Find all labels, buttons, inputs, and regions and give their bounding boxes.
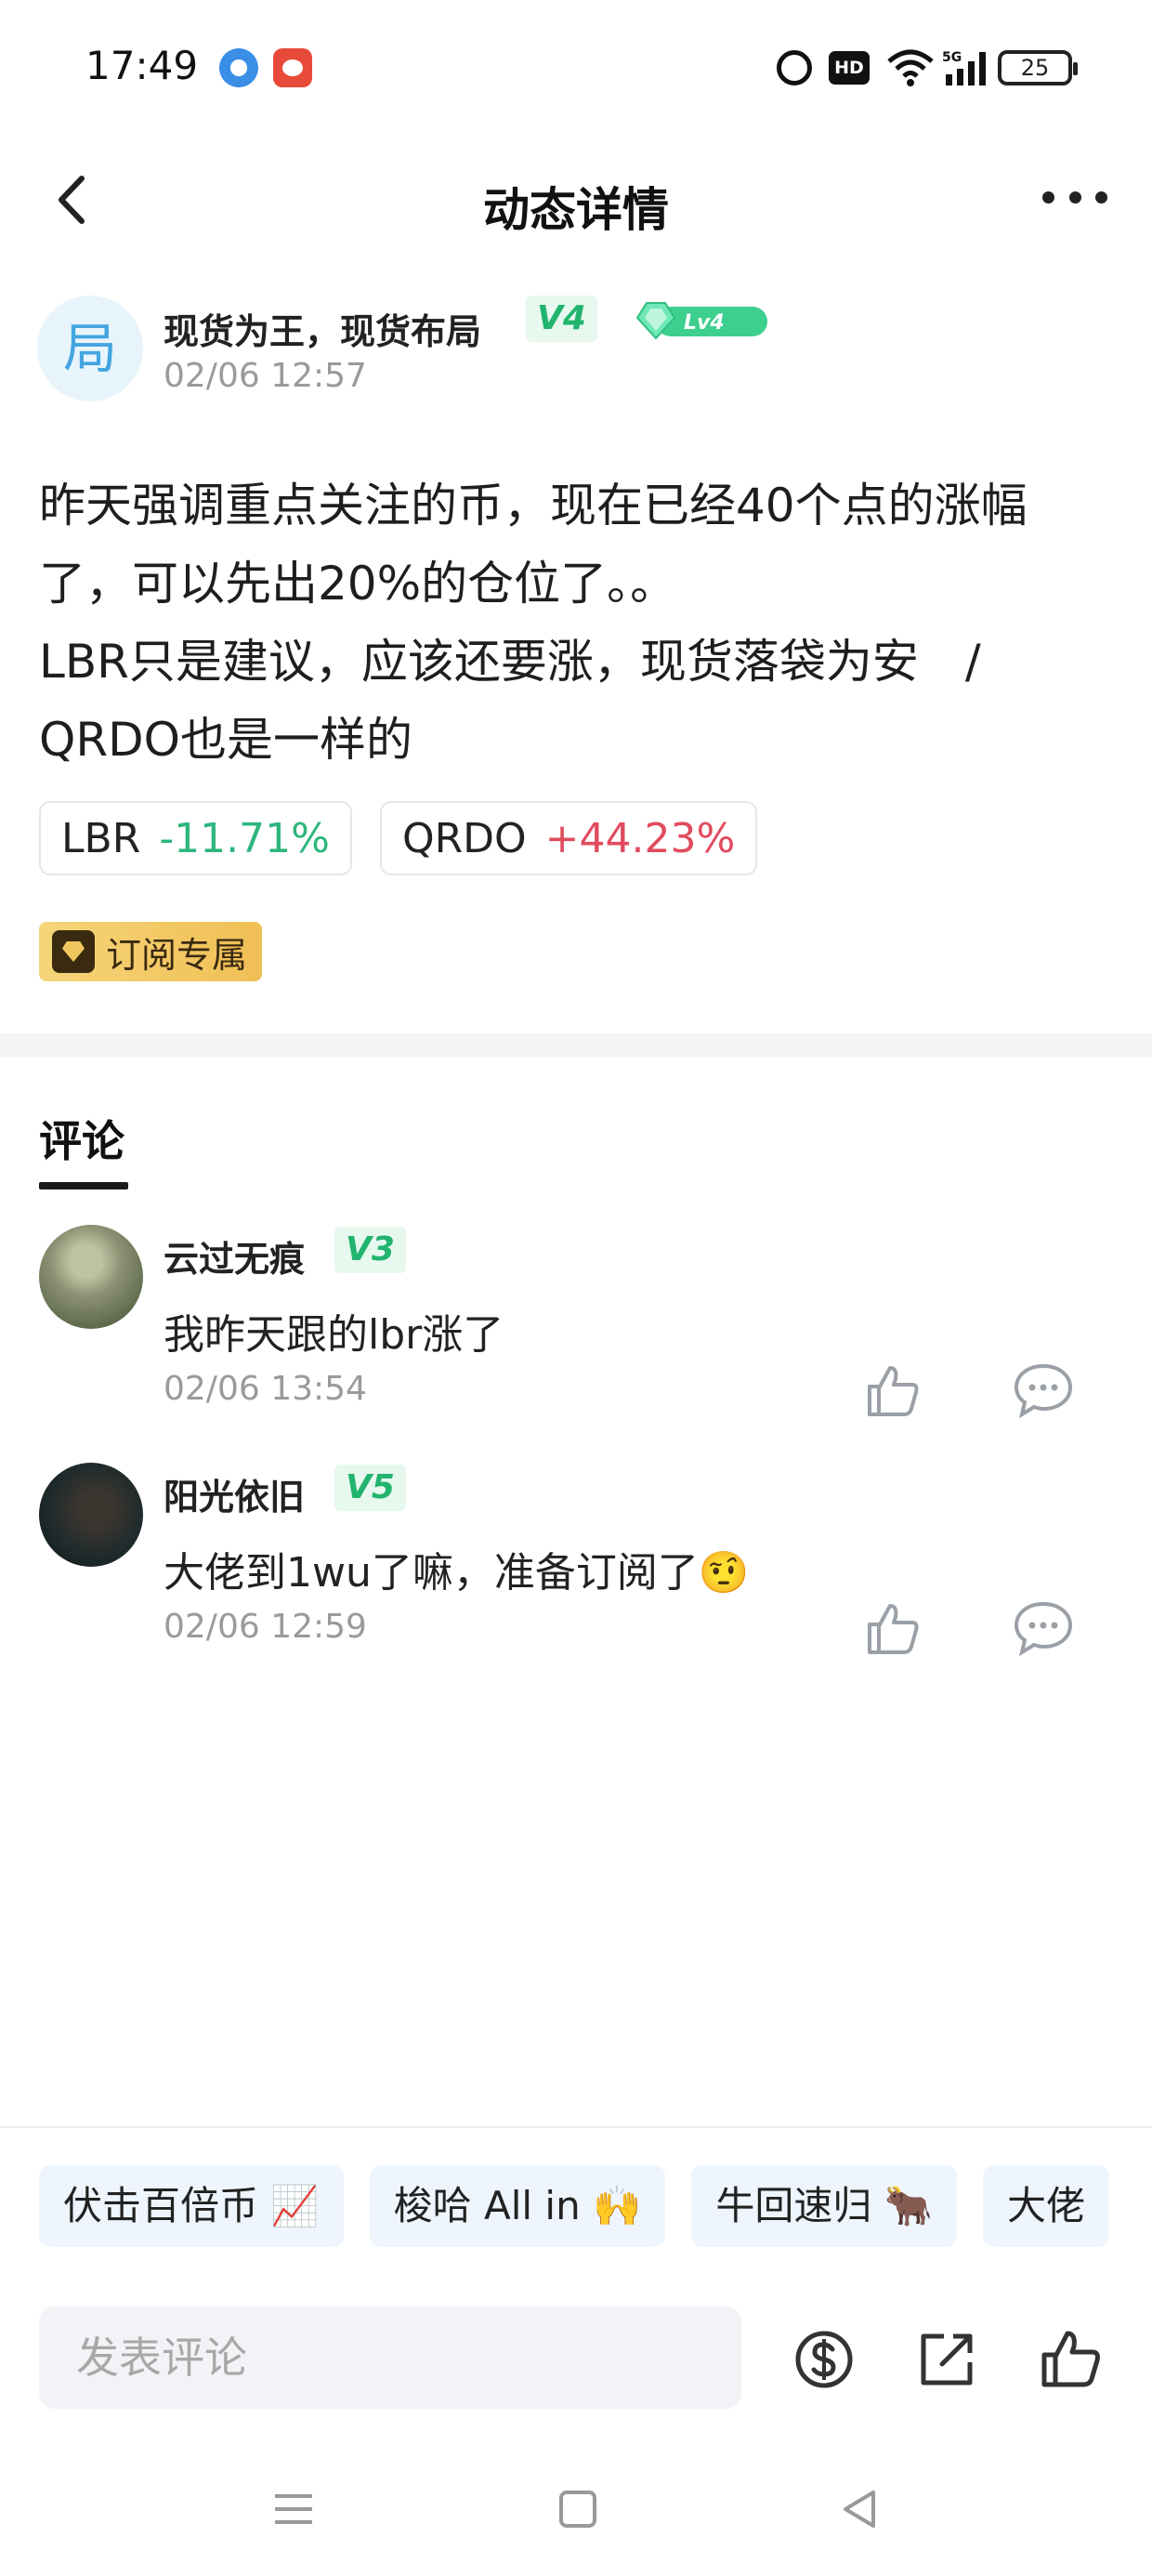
reply-bubble-icon[interactable] bbox=[1013, 1598, 1074, 1657]
author-name[interactable]: 现货为王，现货布局 bbox=[164, 303, 481, 354]
bottom-divider bbox=[0, 2126, 1152, 2128]
vip-badge: V5 bbox=[334, 1465, 406, 1511]
page-title: 动态详情 bbox=[483, 183, 669, 237]
home-icon[interactable] bbox=[550, 2481, 606, 2537]
comment-input[interactable] bbox=[39, 2307, 741, 2409]
vip-badge: V4 bbox=[526, 296, 597, 342]
comment-text: 我昨天跟的lbr涨了 bbox=[164, 1311, 504, 1359]
menu-icon[interactable] bbox=[266, 2481, 321, 2537]
hd-icon: HD bbox=[829, 51, 870, 85]
vip-badge: V3 bbox=[334, 1227, 406, 1273]
dot bbox=[1068, 191, 1081, 204]
post-content: 昨天强调重点关注的币，现在已经40个点的涨幅了，可以先出20%的仓位了。。 LB… bbox=[39, 479, 1028, 767]
comment-item: 阳光依旧 V5 大佬到1wu了嘛，准备订阅了🤨 02/06 12:59 bbox=[39, 1463, 1117, 1676]
ticker-symbol: LBR bbox=[61, 814, 141, 862]
5g-signal-icon: 5G bbox=[942, 48, 986, 87]
post-date: 02/06 12:57 bbox=[164, 357, 367, 395]
dot bbox=[1095, 191, 1107, 204]
ticker-list: LBR -11.71% QRDO +44.23% bbox=[39, 801, 758, 875]
commenter-name[interactable]: 阳光依旧 bbox=[164, 1468, 305, 1519]
wifi-icon bbox=[886, 48, 934, 87]
like-icon[interactable] bbox=[1039, 2327, 1104, 2392]
avatar[interactable] bbox=[39, 1463, 143, 1567]
subscription-tag: 订阅专属 bbox=[39, 922, 263, 981]
ticker-chip-lbr[interactable]: LBR -11.71% bbox=[39, 801, 352, 875]
subscription-label: 订阅专属 bbox=[106, 934, 248, 976]
nav-bar: 动态详情 bbox=[0, 139, 1152, 260]
alarm-icon bbox=[777, 50, 812, 85]
ticker-chip-qrdo[interactable]: QRDO +44.23% bbox=[379, 801, 758, 875]
dot bbox=[1042, 191, 1054, 204]
diamond-icon bbox=[52, 930, 95, 973]
post-author: 局 现货为王，现货布局 V4 Lv4 02/06 12:57 bbox=[37, 296, 1115, 407]
ticker-symbol: QRDO bbox=[401, 814, 527, 862]
quick-reply-chip[interactable]: 大佬 bbox=[983, 2165, 1110, 2247]
ticker-change: -11.71% bbox=[159, 814, 330, 862]
more-dots-icon[interactable] bbox=[1042, 169, 1107, 225]
svg-text:5G: 5G bbox=[942, 50, 962, 65]
section-divider bbox=[0, 1033, 1152, 1058]
status-bar: 17:49 HD 5G 25 bbox=[0, 0, 1152, 139]
level-badge: Lv4 bbox=[628, 301, 771, 340]
share-icon[interactable] bbox=[914, 2327, 979, 2392]
system-nav-bar bbox=[0, 2453, 1152, 2556]
thumbs-up-icon[interactable] bbox=[864, 1600, 922, 1658]
reply-bubble-icon[interactable] bbox=[1013, 1360, 1074, 1419]
comment-item: 云过无痕 V3 我昨天跟的lbr涨了 02/06 13:54 bbox=[39, 1225, 1117, 1439]
avatar[interactable] bbox=[39, 1225, 143, 1329]
quick-reply-chip[interactable]: 牛回速归 🐂 bbox=[691, 2165, 958, 2247]
author-avatar[interactable]: 局 bbox=[37, 296, 143, 401]
red-app-icon bbox=[273, 48, 312, 87]
comment-date: 02/06 12:59 bbox=[164, 1608, 367, 1646]
level-badge-label: Lv4 bbox=[684, 311, 725, 335]
tab-underline bbox=[39, 1182, 128, 1189]
quick-reply-chip[interactable]: 伏击百倍币 📈 bbox=[39, 2165, 344, 2247]
battery-icon: 25 bbox=[998, 50, 1078, 85]
status-time: 17:49 bbox=[85, 43, 199, 88]
ticker-change: +44.23% bbox=[544, 814, 736, 862]
browser-app-icon bbox=[219, 48, 258, 87]
comment-date: 02/06 13:54 bbox=[164, 1370, 367, 1408]
thumbs-up-icon[interactable] bbox=[864, 1362, 922, 1420]
tab-comments[interactable]: 评论 bbox=[39, 1108, 124, 1169]
commenter-name[interactable]: 云过无痕 bbox=[164, 1230, 305, 1281]
comment-text: 大佬到1wu了嘛，准备订阅了🤨 bbox=[164, 1549, 750, 1597]
system-back-icon[interactable] bbox=[832, 2481, 888, 2537]
quick-reply-chip[interactable]: 梭哈 All in 🙌 bbox=[369, 2165, 666, 2247]
status-indicators: HD 5G 25 bbox=[777, 45, 1078, 91]
quick-reply-list: 伏击百倍币 📈 梭哈 All in 🙌 牛回速归 🐂 大佬 bbox=[39, 2165, 1152, 2249]
tip-coin-icon[interactable] bbox=[792, 2327, 857, 2392]
